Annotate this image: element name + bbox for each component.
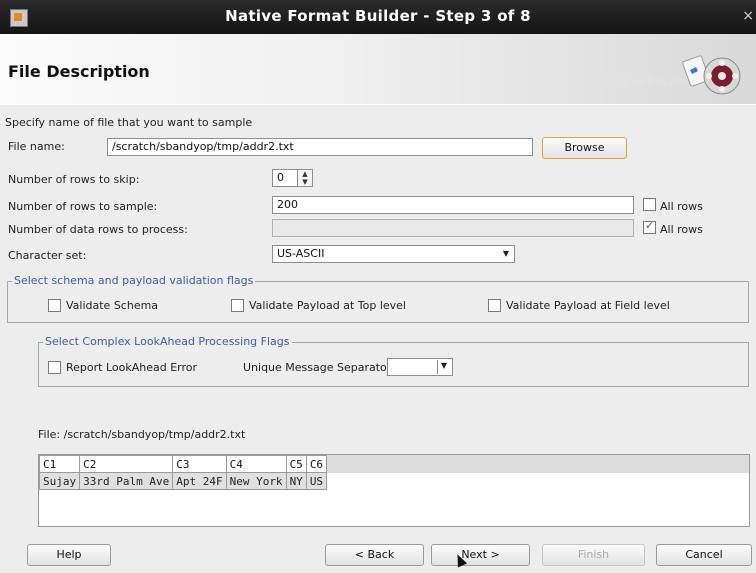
chevron-down-icon: ▼	[502, 249, 510, 258]
spinner-down-icon[interactable]: ▼	[300, 179, 310, 186]
back-button[interactable]: < Back	[325, 544, 424, 566]
charset-label: Character set:	[8, 249, 87, 262]
chevron-down-icon: ▼	[437, 360, 450, 374]
rows-to-skip-input[interactable]: 0	[272, 169, 298, 187]
charset-select[interactable]: US-ASCII ▼	[272, 245, 515, 263]
spinner-up-icon[interactable]: ▲	[300, 171, 310, 178]
lookahead-group-legend: Select Complex LookAhead Processing Flag…	[43, 335, 292, 348]
all-rows-sample-checkbox[interactable]	[643, 198, 656, 211]
table-row[interactable]: Sujay 33rd Palm Ave Apt 24F New York NY …	[38, 472, 328, 490]
table-cell: US	[305, 472, 328, 490]
all-rows-sample-label: All rows	[660, 200, 703, 213]
table-cell: Apt 24F	[172, 472, 227, 490]
column-header[interactable]: C5	[285, 455, 307, 473]
window-title: Native Format Builder - Step 3 of 8	[225, 7, 531, 25]
table-cell: NY	[285, 472, 307, 490]
validate-schema-label: Validate Schema	[66, 299, 159, 312]
page-title: File Description	[8, 62, 150, 81]
browse-button[interactable]: Browse	[542, 137, 627, 159]
close-icon[interactable]: ×	[742, 8, 754, 24]
file-name-input[interactable]: /scratch/sbandyop/tmp/addr2.txt	[107, 138, 533, 156]
header-separator	[0, 104, 756, 105]
cancel-button[interactable]: Cancel	[656, 544, 752, 566]
preview-grid[interactable]: C1 C2 C3 C4 C5 C6 Sujay 33rd Palm Ave Ap…	[38, 454, 750, 527]
report-lookahead-error-label: Report LookAhead Error	[66, 361, 198, 374]
wizard-header: File Description ORACLE FUSION MIDDLEWAR…	[0, 34, 756, 105]
rows-to-sample-input[interactable]: 200	[272, 196, 634, 214]
film-reel-logo-icon	[682, 55, 741, 95]
column-header[interactable]: C1	[38, 455, 81, 473]
report-lookahead-error-checkbox[interactable]	[48, 361, 61, 374]
rows-to-skip-spinner[interactable]: ▲ ▼	[297, 169, 313, 187]
next-button[interactable]: Next >	[431, 544, 530, 566]
column-header[interactable]: C4	[225, 455, 287, 473]
column-header[interactable]: C6	[305, 455, 328, 473]
validate-payload-field-checkbox[interactable]	[488, 299, 501, 312]
data-rows-label: Number of data rows to process:	[8, 223, 188, 236]
column-header[interactable]: C3	[172, 455, 227, 473]
table-cell: New York	[225, 472, 287, 490]
all-rows-data-checkbox[interactable]	[643, 219, 656, 234]
column-header[interactable]: C2	[79, 455, 174, 473]
separator-label: Unique Message Separator	[243, 361, 392, 374]
charset-value: US-ASCII	[277, 247, 325, 260]
intro-text: Specify name of file that you want to sa…	[5, 116, 253, 129]
finish-button[interactable]: Finish	[542, 544, 645, 566]
preview-file-label: File: /scratch/sbandyop/tmp/addr2.txt	[38, 428, 246, 441]
help-button[interactable]: Help	[27, 544, 111, 566]
all-rows-data-label: All rows	[660, 223, 703, 236]
table-cell: 33rd Palm Ave	[79, 472, 174, 490]
validate-schema-checkbox[interactable]	[48, 299, 61, 312]
rows-to-sample-label: Number of rows to sample:	[8, 200, 158, 213]
validate-payload-field-label: Validate Payload at Field level	[506, 299, 670, 312]
table-header-row: C1 C2 C3 C4 C5 C6	[38, 455, 328, 473]
validate-payload-top-label: Validate Payload at Top level	[249, 299, 406, 312]
separator-select[interactable]: ▼	[387, 358, 453, 376]
validation-group-legend: Select schema and payload validation fla…	[12, 274, 256, 287]
validate-payload-top-checkbox[interactable]	[231, 299, 244, 312]
data-rows-input[interactable]	[272, 219, 634, 237]
file-name-label: File name:	[8, 140, 65, 153]
preview-table: C1 C2 C3 C4 C5 C6 Sujay 33rd Palm Ave Ap…	[38, 455, 328, 490]
rows-to-skip-label: Number of rows to skip:	[8, 173, 140, 186]
window-titlebar: Native Format Builder - Step 3 of 8 ×	[0, 0, 756, 34]
table-cell: Sujay	[38, 472, 81, 490]
